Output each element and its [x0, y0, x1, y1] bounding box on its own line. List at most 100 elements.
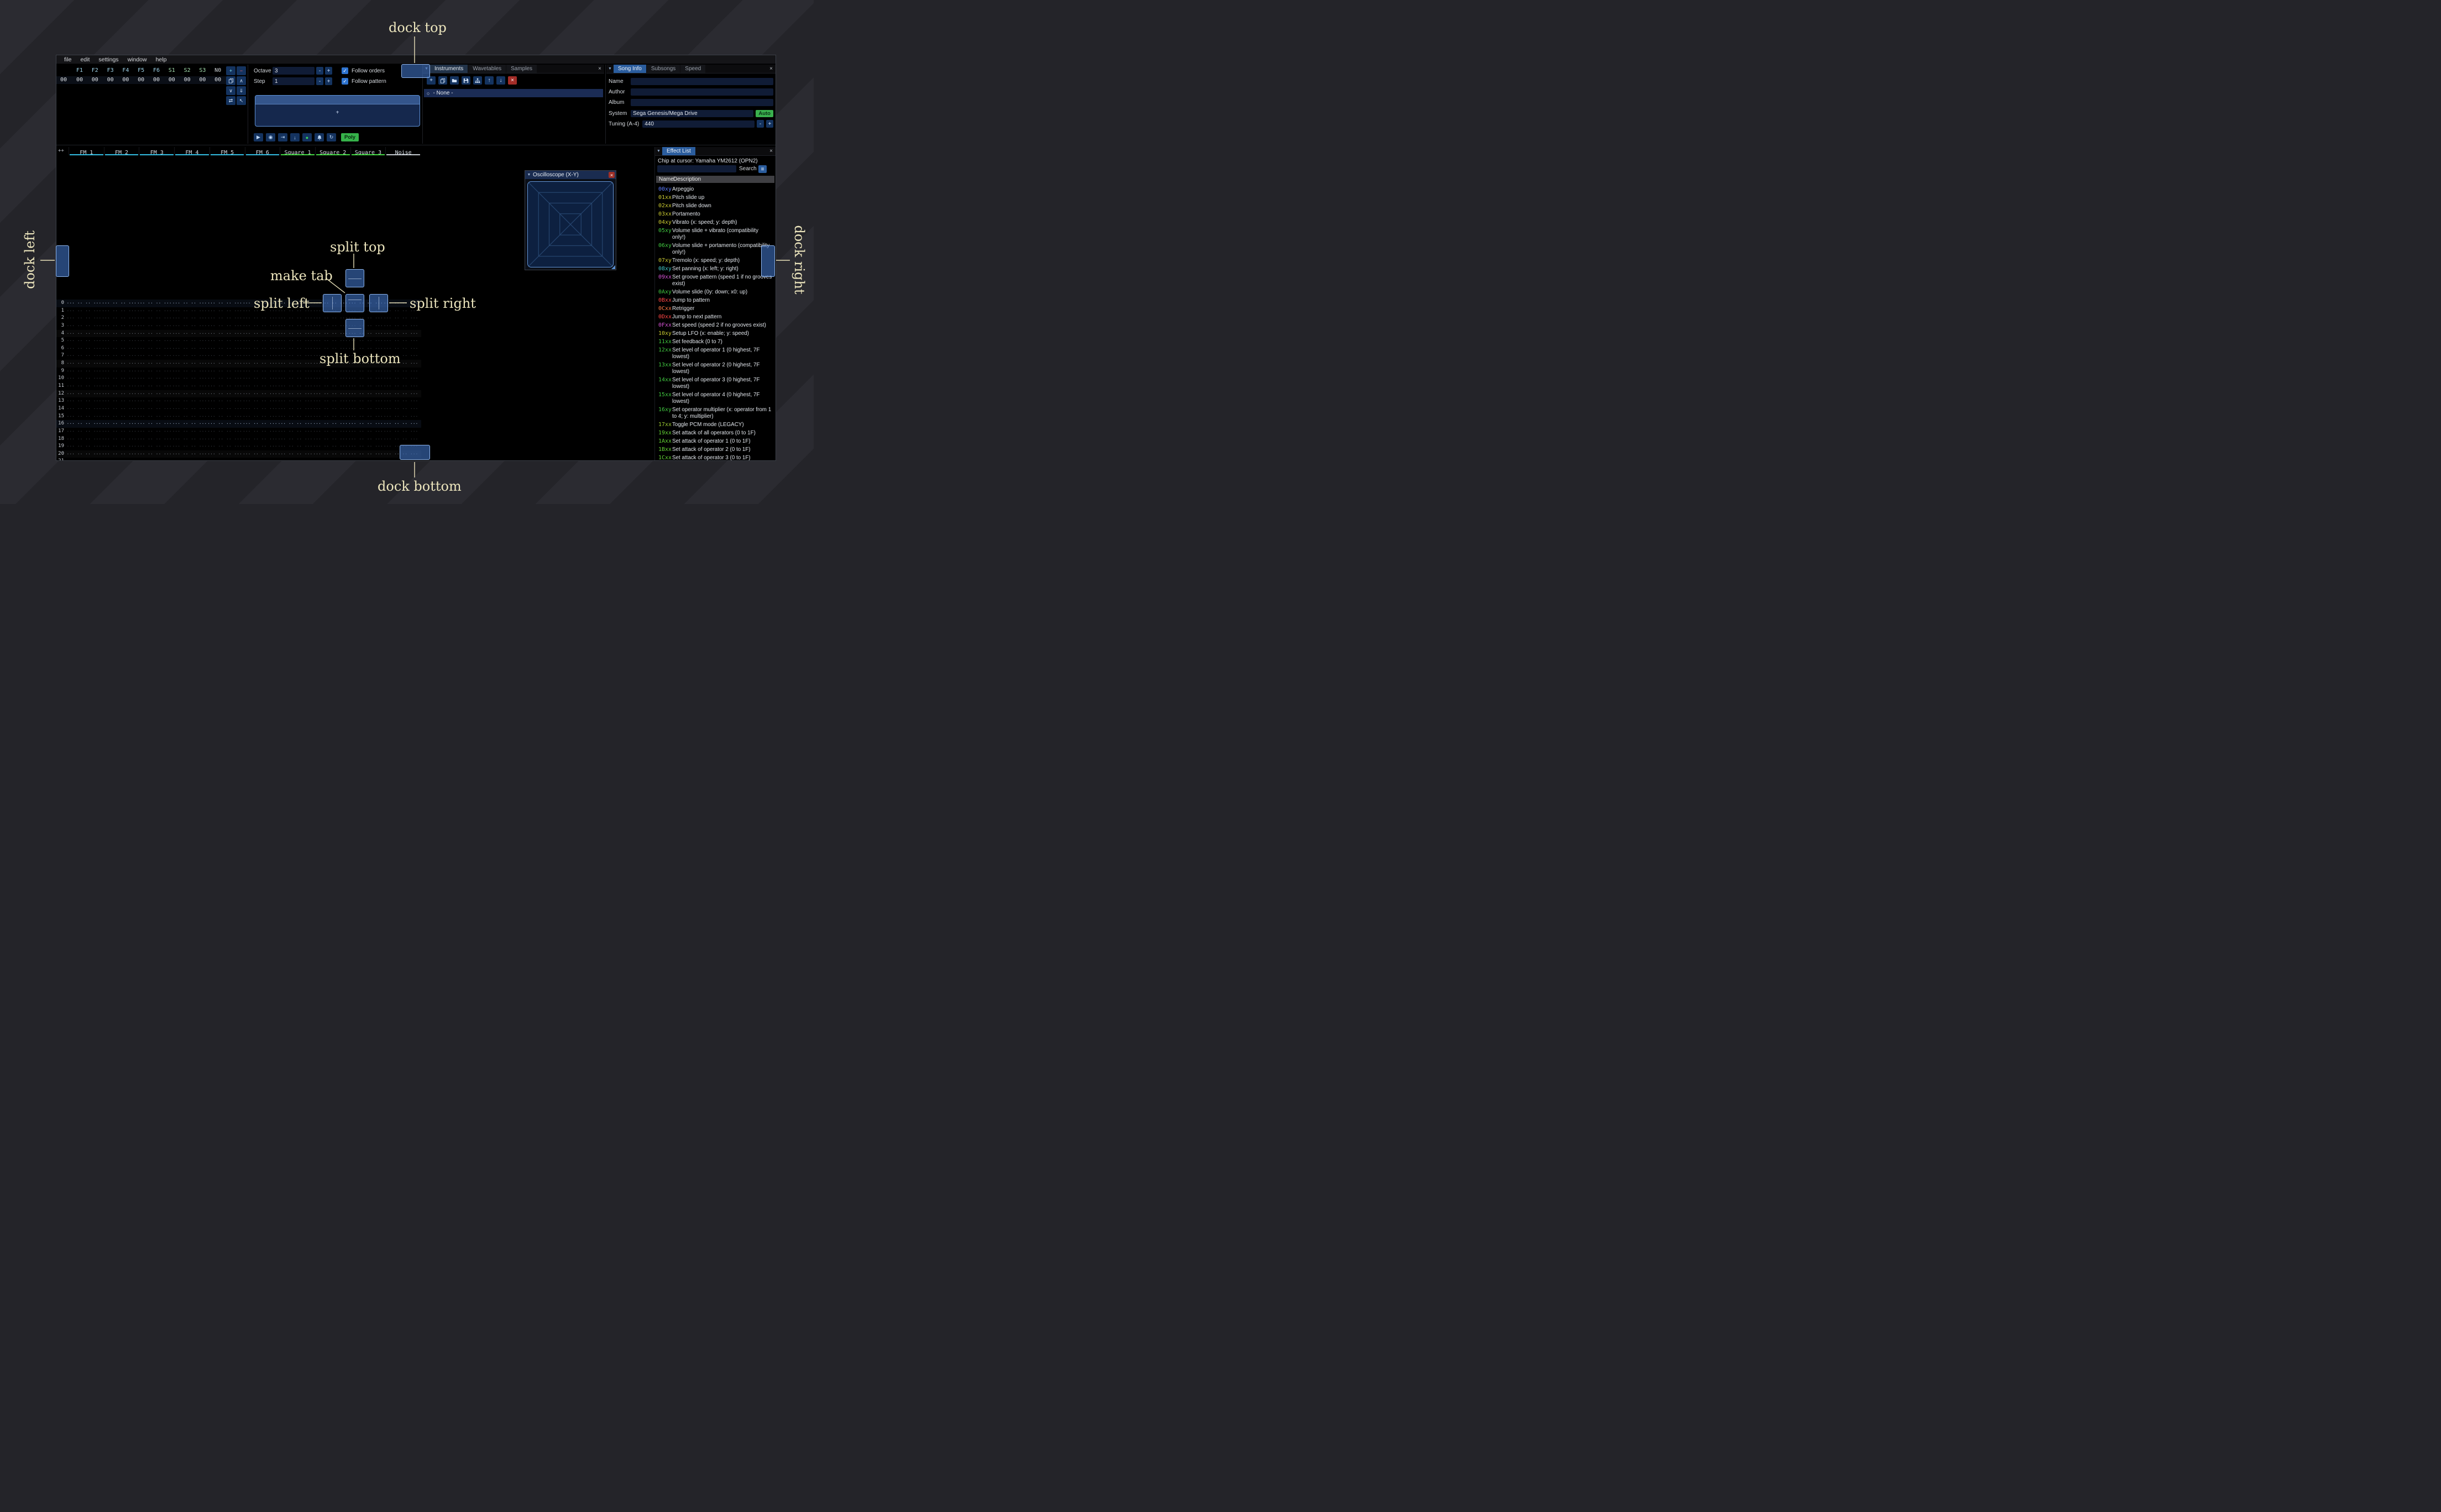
- deep-clone-order-button[interactable]: ⇓: [237, 86, 246, 95]
- pattern-cell[interactable]: ··· ·· ·· ···: [242, 397, 277, 405]
- pattern-cell[interactable]: ··· ·· ·· ···: [383, 322, 418, 330]
- pattern-cell[interactable]: ··· ·· ·· ···: [277, 428, 313, 435]
- follow-pattern-checkbox[interactable]: ✓: [342, 78, 348, 85]
- pattern-cell[interactable]: ··· ·· ·· ···: [383, 337, 418, 345]
- pattern-cell[interactable]: ··· ·· ·· ···: [207, 300, 243, 307]
- pattern-cell[interactable]: ··· ·· ·· ···: [172, 458, 207, 460]
- pattern-cell[interactable]: ··· ·· ·· ···: [277, 368, 313, 375]
- save-instrument-button[interactable]: [462, 76, 470, 85]
- channel-header-square-3[interactable]: Square 3: [350, 147, 386, 156]
- pattern-cell[interactable]: ··· ·· ·· ···: [66, 322, 102, 330]
- name-input[interactable]: [631, 78, 773, 86]
- repeat-pattern-button[interactable]: ↻: [327, 133, 336, 141]
- edit-record-toggle-button[interactable]: ●: [302, 133, 312, 141]
- pattern-cell[interactable]: ··· ·· ·· ···: [313, 443, 348, 450]
- pattern-cell[interactable]: ··· ·· ·· ···: [277, 345, 313, 353]
- pattern-cell[interactable]: ··· ·· ·· ···: [242, 352, 277, 360]
- remove-order-button[interactable]: −: [237, 66, 246, 75]
- pattern-cell[interactable]: ··· ·· ·· ···: [277, 352, 313, 360]
- duplicate-order-button[interactable]: [226, 76, 235, 85]
- pattern-cell[interactable]: ··· ·· ·· ···: [313, 375, 348, 382]
- play-button[interactable]: ▶: [254, 133, 263, 141]
- tab-song-info[interactable]: Song Info: [614, 65, 646, 73]
- pattern-cell[interactable]: ··· ·· ·· ···: [242, 450, 277, 458]
- pattern-cell[interactable]: ··· ·· ·· ···: [102, 330, 137, 338]
- pattern-cell[interactable]: ··· ·· ·· ···: [66, 390, 102, 398]
- tuning-increase-button[interactable]: +: [766, 120, 773, 128]
- pattern-cell[interactable]: ··· ·· ·· ···: [277, 322, 313, 330]
- pattern-cell[interactable]: ··· ·· ·· ···: [102, 314, 137, 322]
- pattern-cell[interactable]: ··· ·· ·· ···: [102, 368, 137, 375]
- step-decrease-button[interactable]: -: [316, 77, 323, 85]
- pattern-cell[interactable]: ··· ·· ·· ···: [172, 322, 207, 330]
- pattern-cell[interactable]: ··· ·· ·· ···: [172, 413, 207, 421]
- menu-settings[interactable]: settings: [94, 56, 123, 63]
- pattern-cell[interactable]: ··· ·· ·· ···: [207, 322, 243, 330]
- pattern-cell[interactable]: ··· ·· ·· ···: [66, 300, 102, 307]
- dock-target-left[interactable]: [56, 245, 69, 277]
- make-tab-target[interactable]: [345, 294, 364, 312]
- author-input[interactable]: [631, 88, 773, 96]
- pattern-cell[interactable]: ··· ·· ·· ···: [172, 390, 207, 398]
- pattern-cell[interactable]: ··· ·· ·· ···: [383, 375, 418, 382]
- tuning-decrease-button[interactable]: -: [757, 120, 764, 128]
- pattern-cell[interactable]: ··· ·· ·· ···: [102, 390, 137, 398]
- pattern-cell[interactable]: ··· ·· ·· ···: [313, 368, 348, 375]
- pattern-cell[interactable]: ··· ·· ·· ···: [102, 375, 137, 382]
- pattern-cell[interactable]: ··· ·· ·· ···: [207, 314, 243, 322]
- pattern-cell[interactable]: ··· ·· ·· ···: [66, 435, 102, 443]
- octave-input[interactable]: [273, 67, 315, 75]
- follow-orders-checkbox[interactable]: ✓: [342, 67, 348, 74]
- pattern-cell[interactable]: ··· ·· ·· ···: [66, 314, 102, 322]
- pattern-cell[interactable]: ··· ·· ·· ···: [172, 443, 207, 450]
- pattern-cell[interactable]: ··· ·· ·· ···: [66, 458, 102, 460]
- pattern-cell[interactable]: ··· ·· ·· ···: [383, 428, 418, 435]
- pattern-cell[interactable]: ··· ·· ·· ···: [172, 314, 207, 322]
- pattern-cell[interactable]: ··· ·· ·· ···: [137, 300, 172, 307]
- pattern-cell[interactable]: ··· ·· ·· ···: [137, 428, 172, 435]
- pattern-cell[interactable]: ··· ·· ·· ···: [348, 390, 384, 398]
- pattern-cell[interactable]: ··· ·· ·· ···: [313, 314, 348, 322]
- order-cell[interactable]: 00: [133, 77, 149, 83]
- pattern-cell[interactable]: ··· ·· ·· ···: [207, 345, 243, 353]
- pattern-cell[interactable]: ··· ·· ·· ···: [242, 322, 277, 330]
- auto-system-button[interactable]: Auto: [756, 109, 773, 117]
- pattern-cell[interactable]: ··· ·· ·· ···: [242, 428, 277, 435]
- order-cell[interactable]: 00: [118, 77, 133, 83]
- pattern-cell[interactable]: ··· ·· ·· ···: [102, 307, 137, 315]
- pattern-cell[interactable]: ··· ·· ·· ···: [277, 314, 313, 322]
- resize-grip[interactable]: [611, 265, 615, 269]
- pattern-cell[interactable]: ··· ·· ·· ···: [172, 300, 207, 307]
- pattern-cell[interactable]: ··· ·· ·· ···: [137, 375, 172, 382]
- pattern-cell[interactable]: ··· ·· ·· ···: [277, 443, 313, 450]
- pattern-cell[interactable]: ··· ·· ·· ···: [207, 307, 243, 315]
- system-input[interactable]: [631, 109, 754, 117]
- step-increase-button[interactable]: +: [325, 77, 332, 85]
- pattern-cell[interactable]: ··· ·· ·· ···: [348, 405, 384, 413]
- pattern-cell[interactable]: ··· ·· ·· ···: [242, 458, 277, 460]
- step-row-button[interactable]: ↓: [290, 133, 300, 141]
- pattern-cell[interactable]: ··· ·· ·· ···: [242, 405, 277, 413]
- tab-samples[interactable]: Samples: [506, 65, 537, 73]
- pattern-cell[interactable]: ··· ·· ·· ···: [313, 397, 348, 405]
- pattern-cell[interactable]: ··· ·· ·· ···: [383, 435, 418, 443]
- channel-header-fm-4[interactable]: FM 4: [174, 147, 209, 156]
- pattern-cell[interactable]: ··· ·· ·· ···: [172, 420, 207, 428]
- order-cell[interactable]: 00: [149, 77, 164, 83]
- pattern-cell[interactable]: ··· ·· ·· ···: [348, 397, 384, 405]
- pattern-cell[interactable]: ··· ·· ·· ···: [66, 450, 102, 458]
- pattern-cell[interactable]: ··· ·· ·· ···: [242, 413, 277, 421]
- pattern-cell[interactable]: ··· ·· ·· ···: [137, 390, 172, 398]
- pattern-cell[interactable]: ··· ·· ·· ···: [66, 345, 102, 353]
- metronome-button[interactable]: [315, 133, 324, 141]
- pattern-cell[interactable]: ··· ·· ·· ···: [383, 413, 418, 421]
- pattern-cell[interactable]: ··· ·· ·· ···: [313, 322, 348, 330]
- pattern-cell[interactable]: ··· ·· ·· ···: [348, 382, 384, 390]
- pattern-cell[interactable]: ··· ·· ·· ···: [207, 360, 243, 368]
- pattern-cell[interactable]: ··· ·· ·· ···: [66, 368, 102, 375]
- pattern-cell[interactable]: ··· ·· ·· ···: [277, 397, 313, 405]
- split-target-bottom[interactable]: [345, 319, 364, 337]
- pattern-cell[interactable]: ··· ·· ·· ···: [277, 405, 313, 413]
- pattern-cell[interactable]: ··· ·· ·· ···: [102, 428, 137, 435]
- pattern-cell[interactable]: ··· ·· ·· ···: [137, 382, 172, 390]
